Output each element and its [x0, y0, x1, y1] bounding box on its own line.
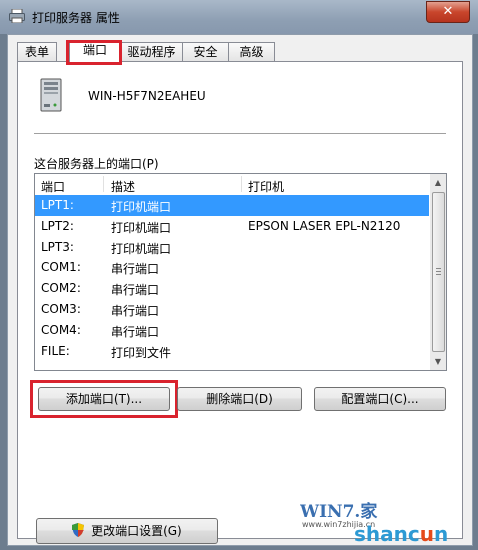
tab-security[interactable]: 安全	[182, 42, 229, 62]
cell-port: LPT3:	[41, 239, 74, 254]
list-row-com3[interactable]: COM3: 串行端口	[35, 299, 429, 320]
cell-port: LPT1:	[41, 198, 74, 212]
add-port-highlight-box	[30, 380, 178, 418]
list-row-com4[interactable]: COM4: 串行端口	[35, 320, 429, 341]
title-bar: 打印服务器 属性 ✕	[0, 0, 478, 34]
server-name: WIN-H5F7N2EAHEU	[88, 89, 206, 103]
column-header-port[interactable]: 端口	[41, 178, 65, 195]
list-row-lpt3[interactable]: LPT3: 打印机端口	[35, 237, 429, 258]
cell-description: 串行端口	[111, 303, 160, 318]
properties-dialog: 表单 端口 驱动程序 安全 高级 WIN-H5F7N2EAHEU 这台服务器上的…	[7, 34, 473, 546]
cell-description: 打印到文件	[111, 345, 172, 360]
cell-printer: EPSON LASER EPL-N2120	[248, 218, 401, 233]
column-header-description[interactable]: 描述	[111, 178, 135, 195]
server-icon	[40, 78, 62, 112]
cell-description: 串行端口	[111, 262, 160, 277]
list-row-com2[interactable]: COM2: 串行端口	[35, 278, 429, 299]
ports-tab-panel: WIN-H5F7N2EAHEU 这台服务器上的端口(P) 端口 描述 打印机 L…	[17, 61, 463, 544]
change-port-settings-label: 更改端口设置(G)	[91, 524, 182, 538]
divider	[34, 133, 446, 134]
list-row-lpt1[interactable]: LPT1: 打印机端口	[35, 195, 429, 216]
window-title: 打印服务器 属性	[32, 11, 120, 25]
scroll-up-arrow-icon[interactable]: ▲	[430, 174, 446, 191]
cell-port: FILE:	[41, 343, 70, 358]
column-divider[interactable]	[103, 176, 104, 192]
list-scrollbar[interactable]: ▲ ▼	[430, 174, 446, 370]
configure-port-label: 配置端口(C)...	[341, 392, 419, 406]
watermark-brand-tail: n	[433, 522, 449, 546]
cell-description: 串行端口	[111, 283, 160, 298]
ports-list[interactable]: 端口 描述 打印机 LPT1: 打印机端口 LPT2: 打印机端口 EPSON …	[34, 173, 447, 371]
delete-port-button[interactable]: 删除端口(D)	[177, 387, 302, 411]
cell-port: COM3:	[41, 301, 81, 316]
grip-line	[436, 268, 441, 269]
list-row-com1[interactable]: COM1: 串行端口	[35, 257, 429, 278]
tab-label: 安全	[193, 45, 218, 59]
list-body: LPT1: 打印机端口 LPT2: 打印机端口 EPSON LASER EPL-…	[35, 195, 429, 361]
cell-port: LPT2:	[41, 218, 74, 233]
cell-port: COM2:	[41, 281, 81, 296]
cell-port: COM4:	[41, 322, 81, 337]
close-button[interactable]: ✕	[426, 1, 470, 23]
list-row-lpt2[interactable]: LPT2: 打印机端口 EPSON LASER EPL-N2120	[35, 216, 429, 237]
grip-line	[436, 274, 441, 275]
configure-port-button[interactable]: 配置端口(C)...	[314, 387, 446, 411]
list-row-file[interactable]: FILE: 打印到文件	[35, 341, 429, 362]
tab-highlight-box	[66, 40, 122, 65]
grip-line	[436, 271, 441, 272]
scroll-down-arrow-icon[interactable]: ▼	[430, 353, 446, 370]
watermark-logo-text: WIN7.家	[300, 501, 377, 522]
tab-label: 表单	[24, 45, 49, 59]
scrollbar-thumb[interactable]	[432, 192, 445, 352]
watermark-brand: shancun	[354, 522, 448, 546]
delete-port-label: 删除端口(D)	[206, 392, 273, 406]
printer-icon	[9, 9, 25, 23]
cell-description: 打印机端口	[111, 220, 172, 235]
tab-advanced[interactable]: 高级	[228, 42, 275, 62]
column-divider[interactable]	[241, 176, 242, 192]
column-header-printer[interactable]: 打印机	[248, 178, 284, 195]
list-header: 端口 描述 打印机	[35, 174, 429, 194]
cell-description: 打印机端口	[111, 200, 172, 214]
uac-shield-icon	[72, 523, 85, 537]
watermark-brand-text: shanc	[354, 522, 420, 546]
tab-label: 高级	[239, 45, 264, 59]
cell-description: 串行端口	[111, 324, 160, 339]
close-icon: ✕	[442, 4, 454, 19]
cell-port: COM1:	[41, 260, 81, 275]
change-port-settings-button[interactable]: 更改端口设置(G)	[36, 518, 218, 544]
tab-drivers[interactable]: 驱动程序	[120, 42, 183, 62]
tab-label: 驱动程序	[127, 45, 176, 59]
cell-description: 打印机端口	[111, 241, 172, 256]
watermark-brand-accent: u	[419, 522, 434, 546]
win7-watermark-logo: WIN7.家	[300, 501, 377, 522]
ports-list-label: 这台服务器上的端口(P)	[34, 157, 159, 171]
tab-forms[interactable]: 表单	[17, 42, 57, 62]
